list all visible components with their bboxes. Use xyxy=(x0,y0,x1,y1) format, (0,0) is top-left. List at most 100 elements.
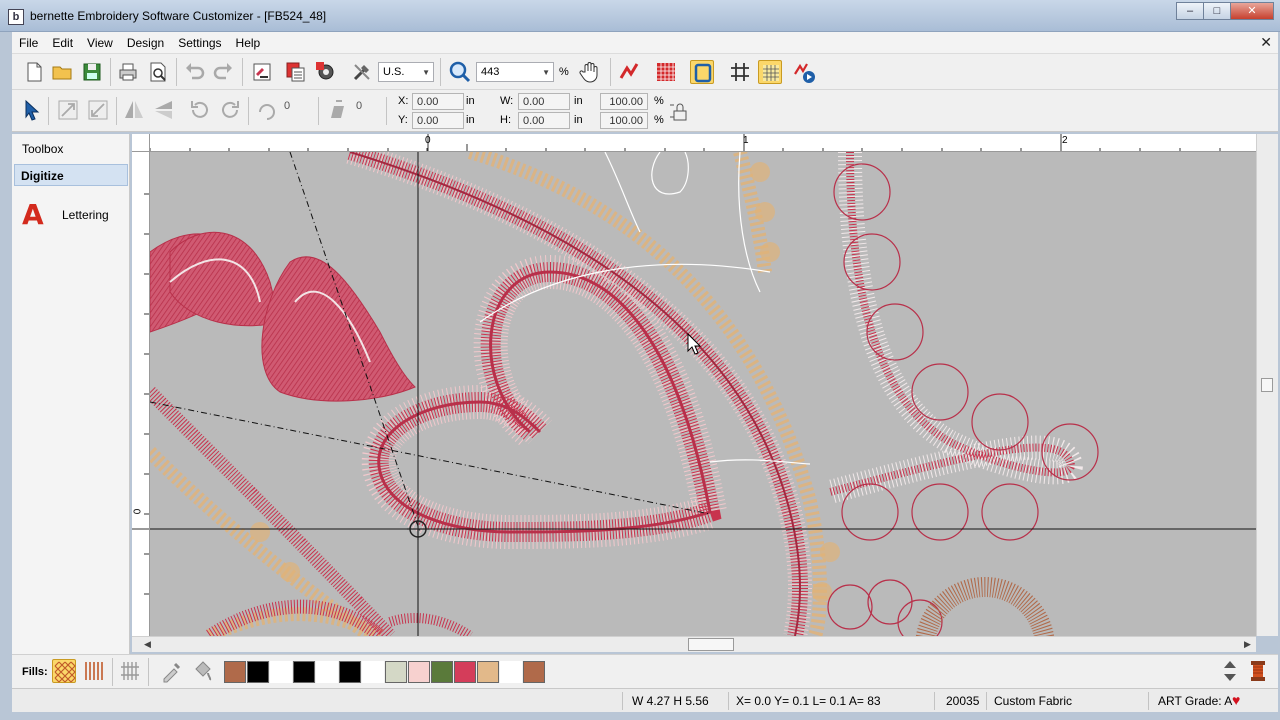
new-file-button[interactable] xyxy=(22,60,46,84)
zoom-select[interactable]: 443 ▼ xyxy=(476,62,554,82)
menu-design[interactable]: Design xyxy=(120,36,171,50)
mirror-horizontal-button[interactable] xyxy=(152,98,176,122)
app-icon: b xyxy=(8,9,24,25)
color-swatch[interactable] xyxy=(385,661,407,683)
skew-icon xyxy=(331,100,344,118)
fill-pattern-1-button[interactable] xyxy=(52,659,76,683)
color-swatch[interactable] xyxy=(224,661,246,683)
horizontal-scroll-thumb[interactable] xyxy=(688,638,734,651)
color-swatch[interactable] xyxy=(477,661,499,683)
stitch-count: 20035 xyxy=(946,694,980,708)
mirror-horizontal-icon xyxy=(155,101,172,119)
rotate-left-45-button[interactable] xyxy=(188,98,212,122)
fabric-type: Custom Fabric xyxy=(994,694,1073,708)
window-title: bernette Embroidery Software Customizer … xyxy=(30,9,327,23)
color-swatch[interactable] xyxy=(431,661,453,683)
menu-settings[interactable]: Settings xyxy=(171,36,228,50)
eyedropper-button[interactable] xyxy=(160,659,184,683)
document-close-button[interactable]: ✕ xyxy=(1260,34,1272,51)
x-position-field[interactable]: 0.00 xyxy=(412,93,464,110)
zoom-button[interactable] xyxy=(448,60,472,84)
show-grid-button[interactable] xyxy=(728,60,752,84)
open-file-button[interactable] xyxy=(50,60,74,84)
units-select[interactable]: U.S. ▼ xyxy=(378,62,434,82)
minimize-button[interactable]: – xyxy=(1176,2,1204,20)
rotate-angle-value[interactable]: 0 xyxy=(284,100,290,112)
skew-angle-value[interactable]: 0 xyxy=(356,100,362,112)
w-unit: in xyxy=(574,95,583,107)
hoop-settings-button[interactable] xyxy=(350,60,374,84)
toolbox-panel: Toolbox Digitize A Lettering xyxy=(12,134,130,654)
menu-file[interactable]: File xyxy=(12,36,45,50)
vertical-fill-icon xyxy=(85,662,103,680)
color-swatch[interactable] xyxy=(247,661,269,683)
resize-free-button[interactable] xyxy=(86,98,110,122)
color-swatch[interactable] xyxy=(270,661,292,683)
horizontal-scrollbar[interactable]: ◀ ▶ xyxy=(132,636,1256,652)
vertical-scrollbar[interactable] xyxy=(1256,134,1278,636)
color-swatch[interactable] xyxy=(500,661,522,683)
menu-edit[interactable]: Edit xyxy=(45,36,80,50)
w-label: W: xyxy=(500,95,514,107)
resize-proportional-button[interactable] xyxy=(56,98,80,122)
scale-height-pct: % xyxy=(654,114,664,126)
show-background-button[interactable] xyxy=(758,60,782,84)
color-swatch[interactable] xyxy=(523,661,545,683)
print-preview-button[interactable] xyxy=(146,60,170,84)
show-fills-button[interactable] xyxy=(654,60,678,84)
proportional-lock-button[interactable] xyxy=(668,99,688,123)
y-position-field[interactable]: 0.00 xyxy=(412,112,464,129)
lettering-tool[interactable]: A Lettering xyxy=(22,198,109,231)
import-design-button[interactable] xyxy=(250,60,274,84)
color-fill-button[interactable] xyxy=(190,659,214,683)
menu-view[interactable]: View xyxy=(80,36,120,50)
width-field[interactable]: 0.00 xyxy=(518,93,570,110)
menu-help[interactable]: Help xyxy=(229,36,268,50)
show-stitches-button[interactable] xyxy=(618,60,642,84)
sort-colors-button[interactable] xyxy=(1218,659,1236,683)
scale-height-field[interactable]: 100.00 xyxy=(600,112,648,129)
print-button[interactable] xyxy=(116,60,140,84)
height-field[interactable]: 0.00 xyxy=(518,112,570,129)
scale-width-field[interactable]: 100.00 xyxy=(600,93,648,110)
tools-icon xyxy=(353,64,370,81)
fill-pattern-2-button[interactable] xyxy=(82,659,106,683)
crosshatch-fill-icon xyxy=(54,661,76,683)
x-label: X: xyxy=(398,95,409,107)
undo-button[interactable] xyxy=(182,60,206,84)
maximize-button[interactable]: □ xyxy=(1203,2,1231,20)
skew-button[interactable] xyxy=(326,98,350,122)
main-toolbar: U.S. ▼ 443 ▼ % xyxy=(12,54,1278,90)
color-swatch[interactable] xyxy=(339,661,361,683)
hoop-icon xyxy=(694,63,712,83)
color-swatch[interactable] xyxy=(454,661,476,683)
chevron-down-icon: ▼ xyxy=(542,68,550,77)
mirror-vertical-button[interactable] xyxy=(122,98,146,122)
rotate-right-icon xyxy=(222,101,239,118)
digitize-section[interactable]: Digitize xyxy=(14,164,128,186)
close-button[interactable]: ✕ xyxy=(1230,2,1274,20)
show-hoop-button[interactable] xyxy=(690,60,714,84)
design-canvas[interactable] xyxy=(150,152,1256,636)
redo-button[interactable] xyxy=(212,60,236,84)
stitch-player-button[interactable] xyxy=(792,60,816,84)
vertical-scroll-thumb[interactable] xyxy=(1261,378,1273,392)
color-swatch[interactable] xyxy=(408,661,430,683)
select-tool-button[interactable] xyxy=(20,98,44,122)
options-button[interactable] xyxy=(314,60,338,84)
grid-icon xyxy=(731,63,749,81)
satin-fill-icon xyxy=(121,662,139,680)
color-swatch[interactable] xyxy=(316,661,338,683)
object-properties-button[interactable] xyxy=(284,60,308,84)
fill-pattern-icon xyxy=(657,63,675,81)
color-swatch[interactable] xyxy=(293,661,315,683)
thread-spool-button[interactable] xyxy=(1246,659,1270,683)
color-swatch[interactable] xyxy=(362,661,384,683)
scroll-left-icon[interactable]: ◀ xyxy=(144,639,151,650)
rotate-angle-button[interactable] xyxy=(254,98,278,122)
save-button[interactable] xyxy=(80,60,104,84)
pan-button[interactable] xyxy=(578,60,602,84)
satin-fill-button[interactable] xyxy=(118,659,142,683)
scroll-right-icon[interactable]: ▶ xyxy=(1244,639,1251,650)
rotate-right-45-button[interactable] xyxy=(218,98,242,122)
